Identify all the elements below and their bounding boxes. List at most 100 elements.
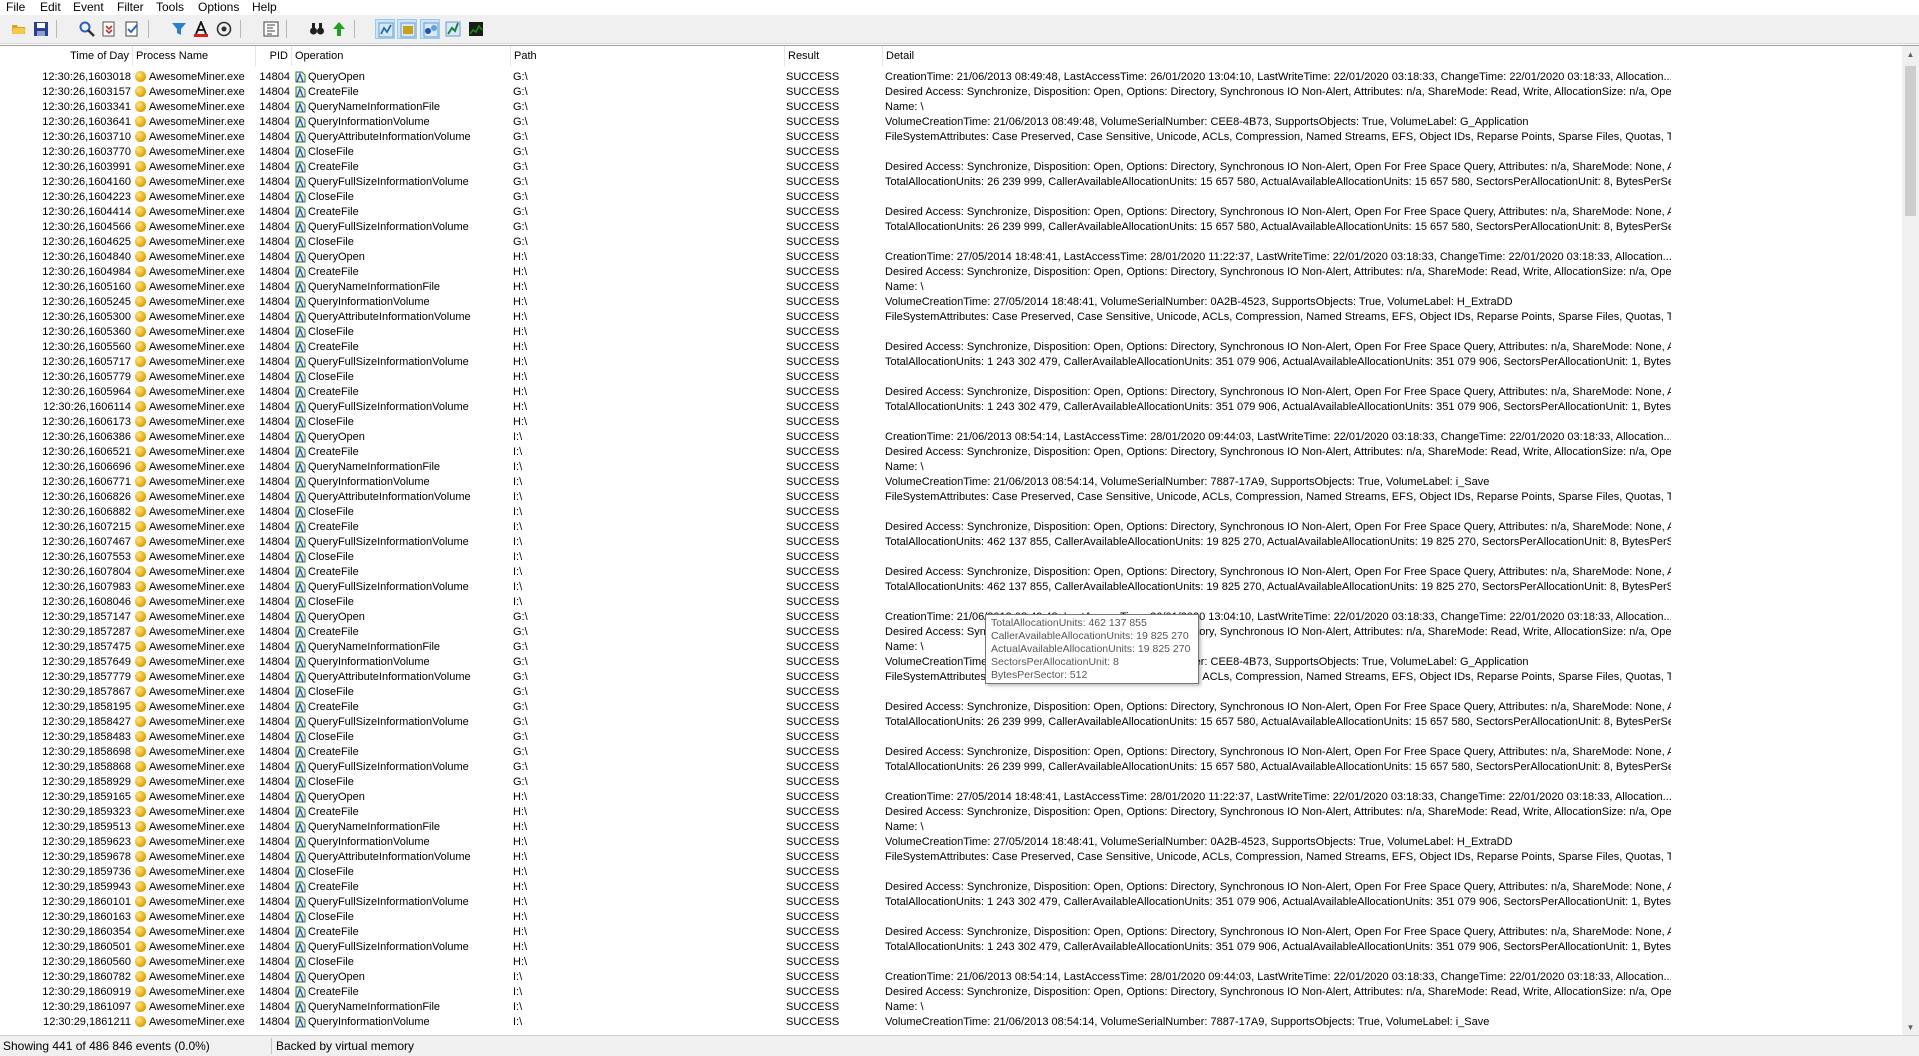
- table-row[interactable]: 12:30:29,1859323 AwesomeMiner.exe 14804 Cre…: [0, 805, 1900, 820]
- table-row[interactable]: 12:30:26,1607215 AwesomeMiner.exe 14804 Cre…: [0, 520, 1900, 535]
- highlight-icon[interactable]: [191, 19, 211, 39]
- event-list[interactable]: Time of Day Process Name PID Operation P…: [0, 45, 1919, 1036]
- table-row[interactable]: 12:30:29,1857649 AwesomeMiner.exe 14804 Que…: [0, 655, 1900, 670]
- table-row[interactable]: 12:30:29,1857779 AwesomeMiner.exe 14804 Que…: [0, 670, 1900, 685]
- table-row[interactable]: 12:30:26,1606882 AwesomeMiner.exe 14804 Clo…: [0, 505, 1900, 520]
- table-row[interactable]: 12:30:26,1603710 AwesomeMiner.exe 14804 Que…: [0, 130, 1900, 145]
- table-row[interactable]: 12:30:26,1605964 AwesomeMiner.exe 14804 Cre…: [0, 385, 1900, 400]
- scroll-thumb[interactable]: [1905, 66, 1916, 216]
- table-row[interactable]: 12:30:29,1860163 AwesomeMiner.exe 14804 Clo…: [0, 910, 1900, 925]
- menu-event[interactable]: Event: [73, 0, 104, 15]
- registry-activity-icon[interactable]: [375, 19, 395, 39]
- find-binoculars-icon[interactable]: [307, 19, 327, 39]
- table-row[interactable]: 12:30:26,1606114 AwesomeMiner.exe 14804 Que…: [0, 400, 1900, 415]
- table-row[interactable]: 12:30:26,1605560 AwesomeMiner.exe 14804 Cre…: [0, 340, 1900, 355]
- table-row[interactable]: 12:30:29,1859678 AwesomeMiner.exe 14804 Que…: [0, 850, 1900, 865]
- table-row[interactable]: 12:30:29,1860501 AwesomeMiner.exe 14804 Que…: [0, 940, 1900, 955]
- table-row[interactable]: 12:30:26,1607983 AwesomeMiner.exe 14804 Que…: [0, 580, 1900, 595]
- table-row[interactable]: 12:30:26,1605245 AwesomeMiner.exe 14804 Que…: [0, 295, 1900, 310]
- network-activity-icon[interactable]: [420, 19, 440, 39]
- menu-tools[interactable]: Tools: [156, 0, 184, 15]
- table-row[interactable]: 12:30:29,1858698 AwesomeMiner.exe 14804 Cre…: [0, 745, 1900, 760]
- scroll-down-icon[interactable]: ▼: [1902, 1019, 1919, 1036]
- table-row[interactable]: 12:30:29,1858195 AwesomeMiner.exe 14804 Cre…: [0, 700, 1900, 715]
- table-row[interactable]: 12:30:29,1857867 AwesomeMiner.exe 14804 Clo…: [0, 685, 1900, 700]
- table-row[interactable]: 12:30:26,1606521 AwesomeMiner.exe 14804 Cre…: [0, 445, 1900, 460]
- table-row[interactable]: 12:30:26,1603157 AwesomeMiner.exe 14804 Cre…: [0, 85, 1900, 100]
- table-row[interactable]: 12:30:26,1604840 AwesomeMiner.exe 14804 Que…: [0, 250, 1900, 265]
- clear-icon[interactable]: [122, 19, 142, 39]
- table-row[interactable]: 12:30:26,1605779 AwesomeMiner.exe 14804 Clo…: [0, 370, 1900, 385]
- table-row[interactable]: 12:30:29,1858929 AwesomeMiner.exe 14804 Clo…: [0, 775, 1900, 790]
- column-process-name[interactable]: Process Name: [133, 46, 256, 66]
- table-row[interactable]: 12:30:29,1861097 AwesomeMiner.exe 14804 Que…: [0, 1000, 1900, 1015]
- jump-to-icon[interactable]: [329, 19, 349, 39]
- table-row[interactable]: 12:30:29,1860919 AwesomeMiner.exe 14804 Cre…: [0, 985, 1900, 1000]
- table-row[interactable]: 12:30:26,1608046 AwesomeMiner.exe 14804 Clo…: [0, 595, 1900, 610]
- table-row[interactable]: 12:30:26,1607804 AwesomeMiner.exe 14804 Cre…: [0, 565, 1900, 580]
- file-activity-icon[interactable]: [397, 19, 417, 39]
- table-row[interactable]: 12:30:29,1859623 AwesomeMiner.exe 14804 Que…: [0, 835, 1900, 850]
- filter-icon[interactable]: [169, 19, 189, 39]
- table-row[interactable]: 12:30:26,1603641 AwesomeMiner.exe 14804 Que…: [0, 115, 1900, 130]
- menu-options[interactable]: Options: [198, 0, 239, 15]
- table-row[interactable]: 12:30:26,1605360 AwesomeMiner.exe 14804 Clo…: [0, 325, 1900, 340]
- table-row[interactable]: 12:30:29,1861211 AwesomeMiner.exe 14804 Que…: [0, 1015, 1900, 1030]
- vertical-scrollbar[interactable]: ▲ ▼: [1902, 46, 1919, 1036]
- table-row[interactable]: 12:30:29,1860101 AwesomeMiner.exe 14804 Que…: [0, 895, 1900, 910]
- table-row[interactable]: 12:30:29,1860782 AwesomeMiner.exe 14804 Que…: [0, 970, 1900, 985]
- profiling-icon[interactable]: [466, 19, 486, 39]
- table-row[interactable]: 12:30:26,1604566 AwesomeMiner.exe 14804 Que…: [0, 220, 1900, 235]
- autoscroll-icon[interactable]: [99, 19, 119, 39]
- table-row[interactable]: 12:30:29,1858868 AwesomeMiner.exe 14804 Que…: [0, 760, 1900, 775]
- table-row[interactable]: 12:30:29,1860560 AwesomeMiner.exe 14804 Clo…: [0, 955, 1900, 970]
- table-row[interactable]: 12:30:26,1603018 AwesomeMiner.exe 14804 Que…: [0, 70, 1900, 85]
- menu-edit[interactable]: Edit: [40, 0, 61, 15]
- table-row[interactable]: 12:30:29,1858427 AwesomeMiner.exe 14804 Que…: [0, 715, 1900, 730]
- column-time-of-day[interactable]: Time of Day: [0, 46, 133, 66]
- table-row[interactable]: 12:30:26,1603341 AwesomeMiner.exe 14804 Que…: [0, 100, 1900, 115]
- cell-detail: VolumeCreationTime: 21/06/2013 08:49:48,…: [885, 116, 1529, 128]
- menu-help[interactable]: Help: [252, 0, 277, 15]
- table-row[interactable]: 12:30:26,1606386 AwesomeMiner.exe 14804 Que…: [0, 430, 1900, 445]
- table-row[interactable]: 12:30:29,1857147 AwesomeMiner.exe 14804 Que…: [0, 610, 1900, 625]
- process-activity-icon[interactable]: [443, 19, 463, 39]
- table-row[interactable]: 12:30:29,1858483 AwesomeMiner.exe 14804 Clo…: [0, 730, 1900, 745]
- scroll-up-icon[interactable]: ▲: [1902, 46, 1919, 63]
- column-detail[interactable]: Detail: [883, 46, 1900, 66]
- table-row[interactable]: 12:30:26,1604160 AwesomeMiner.exe 14804 Que…: [0, 175, 1900, 190]
- table-row[interactable]: 12:30:29,1857287 AwesomeMiner.exe 14804 Cre…: [0, 625, 1900, 640]
- include-process-icon[interactable]: [214, 19, 234, 39]
- process-tree-icon[interactable]: [261, 19, 281, 39]
- table-row[interactable]: 12:30:29,1857475 AwesomeMiner.exe 14804 Que…: [0, 640, 1900, 655]
- table-row[interactable]: 12:30:26,1603991 AwesomeMiner.exe 14804 Cre…: [0, 160, 1900, 175]
- menu-filter[interactable]: Filter: [117, 0, 144, 15]
- find-icon[interactable]: [77, 19, 97, 39]
- save-icon[interactable]: [31, 19, 51, 39]
- table-row[interactable]: 12:30:26,1606771 AwesomeMiner.exe 14804 Que…: [0, 475, 1900, 490]
- table-row[interactable]: 12:30:26,1605717 AwesomeMiner.exe 14804 Que…: [0, 355, 1900, 370]
- table-row[interactable]: 12:30:26,1606173 AwesomeMiner.exe 14804 Clo…: [0, 415, 1900, 430]
- table-row[interactable]: 12:30:26,1606696 AwesomeMiner.exe 14804 Que…: [0, 460, 1900, 475]
- column-operation[interactable]: Operation: [292, 46, 511, 66]
- menu-file[interactable]: File: [6, 0, 25, 15]
- column-pid[interactable]: PID: [256, 46, 292, 66]
- column-path[interactable]: Path: [511, 46, 785, 66]
- table-row[interactable]: 12:30:26,1604223 AwesomeMiner.exe 14804 Clo…: [0, 190, 1900, 205]
- table-row[interactable]: 12:30:26,1605300 AwesomeMiner.exe 14804 Que…: [0, 310, 1900, 325]
- column-result[interactable]: Result: [785, 46, 883, 66]
- table-row[interactable]: 12:30:26,1604984 AwesomeMiner.exe 14804 Cre…: [0, 265, 1900, 280]
- table-row[interactable]: 12:30:29,1859165 AwesomeMiner.exe 14804 Que…: [0, 790, 1900, 805]
- table-row[interactable]: 12:30:26,1606826 AwesomeMiner.exe 14804 Que…: [0, 490, 1900, 505]
- table-row[interactable]: 12:30:26,1607553 AwesomeMiner.exe 14804 Clo…: [0, 550, 1900, 565]
- table-row[interactable]: 12:30:29,1860354 AwesomeMiner.exe 14804 Cre…: [0, 925, 1900, 940]
- table-row[interactable]: 12:30:26,1607467 AwesomeMiner.exe 14804 Que…: [0, 535, 1900, 550]
- table-row[interactable]: 12:30:26,1603770 AwesomeMiner.exe 14804 Clo…: [0, 145, 1900, 160]
- table-row[interactable]: 12:30:26,1605160 AwesomeMiner.exe 14804 Que…: [0, 280, 1900, 295]
- table-row[interactable]: 12:30:26,1604625 AwesomeMiner.exe 14804 Clo…: [0, 235, 1900, 250]
- table-row[interactable]: 12:30:29,1859943 AwesomeMiner.exe 14804 Cre…: [0, 880, 1900, 895]
- table-row[interactable]: 12:30:29,1859513 AwesomeMiner.exe 14804 Que…: [0, 820, 1900, 835]
- table-row[interactable]: 12:30:26,1604414 AwesomeMiner.exe 14804 Cre…: [0, 205, 1900, 220]
- open-icon[interactable]: [9, 19, 29, 39]
- table-row[interactable]: 12:30:29,1859736 AwesomeMiner.exe 14804 Clo…: [0, 865, 1900, 880]
